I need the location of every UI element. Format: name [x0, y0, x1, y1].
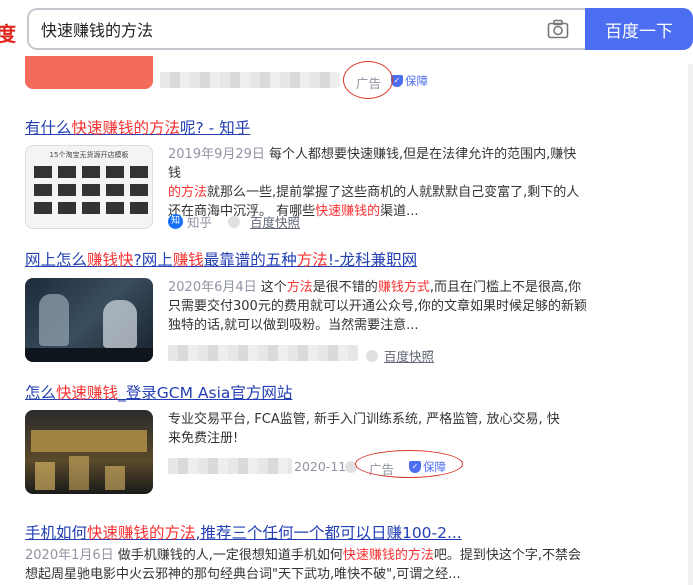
result-thumbnail-2[interactable] — [25, 278, 153, 362]
result-title-2[interactable]: 网上怎么赚钱快?网上赚钱最靠谱的五种方法!-龙科兼职网 — [25, 248, 417, 270]
result-source-2[interactable]: 百度快照 — [366, 346, 434, 365]
result-source-1[interactable]: 知 知乎 百度快照 — [168, 212, 300, 231]
result-title-1[interactable]: 有什么快速赚钱的方法呢? - 知乎 — [25, 116, 250, 138]
blurred-url — [168, 345, 358, 361]
snapshot-link[interactable]: 百度快照 — [384, 346, 434, 365]
annotation-circle — [355, 450, 463, 478]
result-date-3: 2020-11 — [294, 459, 347, 474]
result-snippet-1: 2019年9月29日 每个人都想要快速赚钱,但是在法律允许的范围内,赚快钱 的方… — [168, 147, 580, 219]
bao-label: 保障 — [405, 74, 428, 88]
thumb-caption: 15个淘宝无货源开店模板 — [49, 151, 129, 159]
blurred-url — [168, 458, 292, 474]
search-box[interactable] — [27, 8, 585, 50]
dropdown-circle-icon[interactable] — [228, 215, 241, 228]
zhihu-icon: 知 — [168, 214, 183, 229]
source-name: 知乎 — [187, 215, 213, 230]
result-thumbnail-1[interactable]: 15个淘宝无货源开店模板 — [25, 145, 153, 229]
camera-icon[interactable] — [547, 19, 569, 39]
result-title-4[interactable]: 手机如何快速赚钱的方法,推荐三个任何一个都可以日赚100-2... — [25, 521, 462, 543]
annotation-circle — [343, 61, 393, 99]
ad-image-partial[interactable] — [25, 56, 153, 89]
baidu-logo-fragment[interactable]: 度 — [0, 18, 16, 47]
search-header: 度 百度一下 — [0, 0, 693, 64]
blurred-url — [160, 72, 340, 88]
snapshot-link[interactable]: 百度快照 — [250, 212, 300, 231]
bao-badge[interactable]: ✓ 保障 — [391, 73, 428, 89]
dropdown-circle-icon[interactable] — [366, 349, 378, 362]
result-snippet-3: 专业交易平台, FCA监管, 新手入门训练系统, 严格监管, 放心交易, 快 来… — [168, 412, 560, 446]
search-input[interactable] — [41, 19, 521, 38]
result-snippet-2: 2020年6月4日 这个方法是很不错的赚钱方式,而且在门槛上不是很高,你 只需要… — [168, 280, 587, 333]
result-thumbnail-3[interactable] — [25, 410, 153, 494]
result-snippet-4: 2020年1月6日 做手机赚钱的人,一定很想知道手机如何快速赚钱的方法吧。提到快… — [25, 548, 582, 582]
result-title-3[interactable]: 怎么快速赚钱_登录GCM Asia官方网站 — [25, 381, 292, 403]
search-button[interactable]: 百度一下 — [585, 8, 693, 50]
scrollbar-track[interactable] — [688, 64, 693, 585]
